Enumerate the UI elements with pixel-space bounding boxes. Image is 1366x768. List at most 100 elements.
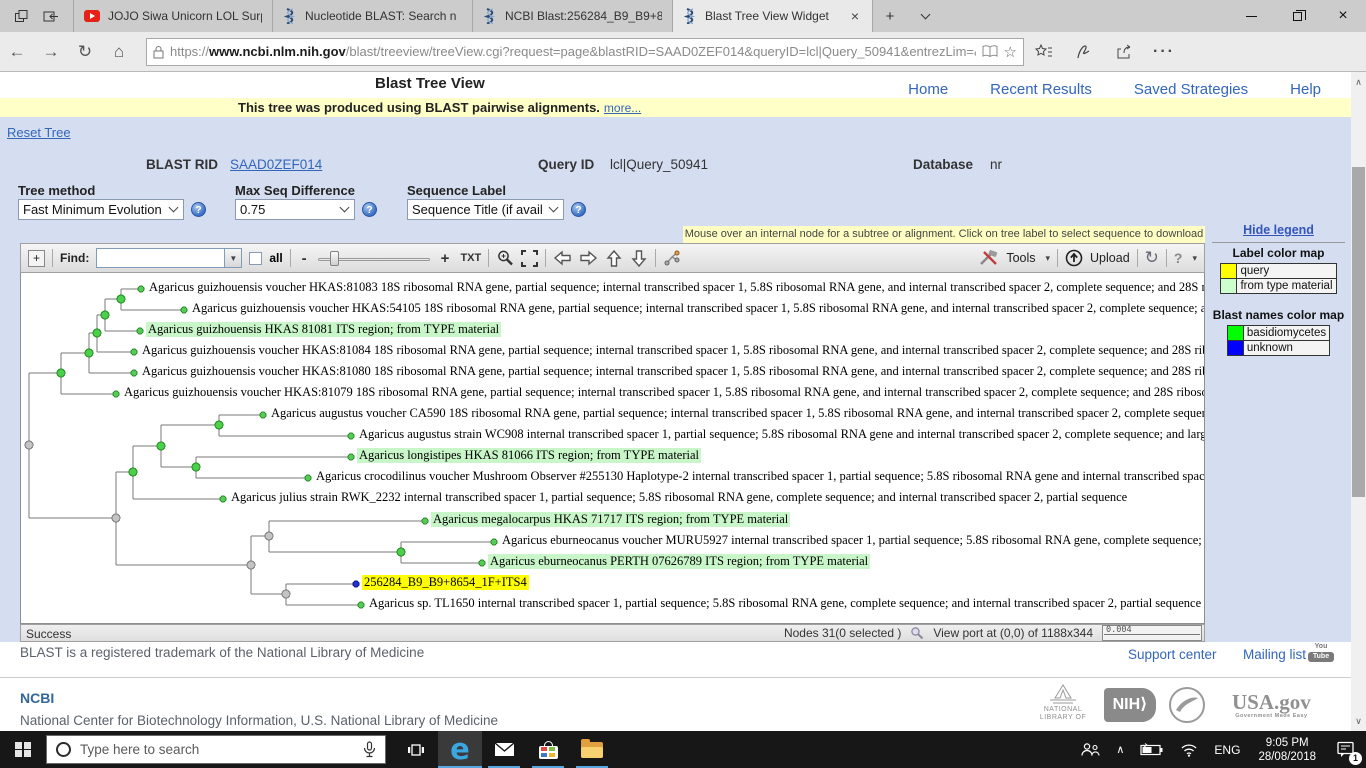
pan-up-icon[interactable] [605,249,623,268]
nav-home-link[interactable]: Home [908,81,948,98]
tree-internal-node[interactable] [396,547,406,557]
show-hidden-icons-chevron[interactable]: ∧ [1108,731,1132,768]
tree-leaf-node[interactable] [137,285,145,293]
youtube-footer-icon[interactable]: You Tube [1308,642,1334,662]
language-indicator[interactable]: ENG [1206,731,1248,768]
tree-internal-node[interactable] [100,310,110,320]
support-center-link[interactable]: Support center [1128,647,1217,662]
tree-leaf-node[interactable] [130,369,138,377]
tree-leaf-node[interactable] [347,453,355,461]
people-icon[interactable] [1073,731,1108,768]
zoom-out-button[interactable]: - [298,250,311,267]
zoom-in-button[interactable]: + [437,250,454,267]
blast-rid-link[interactable]: SAAD0ZEF014 [230,157,322,172]
mailing-list-link[interactable]: Mailing list [1243,647,1306,662]
find-all-checkbox[interactable] [249,251,263,265]
tree-leaf-node[interactable] [347,432,355,440]
tree-leaf-node[interactable] [180,306,188,314]
nav-help-link[interactable]: Help [1290,81,1321,98]
battery-icon[interactable] [1132,731,1172,768]
tree-leaf-label[interactable]: 256284_B9_B9+8654_1F+ITS4 [362,575,529,590]
zoom-slider[interactable] [317,250,430,267]
tree-leaf-label[interactable]: Agaricus guizhouensis voucher HKAS:54105… [190,301,1204,316]
zoom-to-selection-icon[interactable] [496,249,514,267]
tree-internal-node[interactable] [281,589,291,599]
forward-icon[interactable]: → [34,42,68,62]
tree-leaf-label[interactable]: Agaricus crocodilinus voucher Mushroom O… [314,469,1204,484]
tree-leaf-node[interactable] [112,390,120,398]
tab-preview-toggle[interactable] [907,0,941,32]
clock[interactable]: 9:05 PM 28/08/2018 [1248,731,1326,768]
home-icon[interactable]: ⌂ [102,42,136,62]
browser-tab-active[interactable]: Blast Tree View Widget × [673,0,873,32]
tree-leaf-node[interactable] [136,327,144,335]
browser-tab-3[interactable]: NCBI Blast:256284_B9_B9+8 [473,0,673,32]
tree-leaf-label[interactable]: Agaricus megalocarpus HKAS 71717 ITS reg… [431,512,791,527]
upload-label[interactable]: Upload [1090,251,1130,265]
tree-leaf-node[interactable] [478,559,486,567]
tree-leaf-label[interactable]: Agaricus guizhouensis voucher HKAS:81079… [122,385,1204,400]
set-tabs-aside-icon[interactable] [43,9,59,24]
tree-leaf-label[interactable]: Agaricus guizhouensis voucher HKAS:81083… [147,280,1204,295]
tree-method-select[interactable]: Fast Minimum Evolution [18,199,184,220]
reading-view-icon[interactable] [982,45,998,58]
tree-leaf-label[interactable]: Agaricus longistipes HKAS 81066 ITS regi… [357,448,702,463]
tree-leaf-node[interactable] [219,495,227,503]
window-restore-button[interactable] [1274,0,1320,32]
settings-more-icon[interactable]: ··· [1144,43,1184,61]
tree-leaf-node[interactable] [304,474,312,482]
hide-legend-link[interactable]: Hide legend [1212,223,1345,237]
start-button[interactable] [0,731,46,768]
taskbar-search-box[interactable]: Type here to search [46,735,386,764]
tree-leaf-node[interactable] [259,411,267,419]
tree-leaf-node[interactable] [352,580,360,588]
store-taskbar-icon[interactable] [526,731,570,768]
max-seq-help-icon[interactable]: ? [362,202,377,217]
tree-internal-node[interactable] [191,462,201,472]
back-icon[interactable]: ← [0,42,34,62]
tree-leaf-node[interactable] [490,538,498,546]
web-note-pen-icon[interactable] [1064,44,1104,60]
nlm-logo[interactable]: NATIONAL LIBRARY OF [1032,684,1094,722]
usagov-logo[interactable]: USA.gov Government Made Easy [1232,690,1311,719]
nav-recent-results-link[interactable]: Recent Results [990,81,1092,98]
tree-leaf-label[interactable]: Agaricus julius strain RWK_2232 internal… [229,490,1129,505]
subtree-tool-icon[interactable] [663,250,681,267]
tools-caret-icon[interactable]: ▾ [1046,253,1051,264]
browser-tab-1[interactable]: JOJO Siwa Unicorn LOL Surp [73,0,273,32]
scroll-up-icon[interactable]: ∧ [1351,74,1366,90]
window-minimize-button[interactable] [1228,0,1274,32]
tree-internal-node[interactable] [156,441,166,451]
edge-taskbar-icon[interactable]: e [438,731,482,768]
pan-right-icon[interactable] [579,249,598,267]
tabs-set-aside-icon[interactable] [14,9,29,24]
tree-leaf-node[interactable] [357,601,365,609]
tools-icon[interactable] [979,249,999,267]
tree-internal-node[interactable] [24,440,34,450]
tree-internal-node[interactable] [56,368,66,378]
tree-leaf-node[interactable] [130,348,138,356]
tools-label[interactable]: Tools [1006,251,1035,265]
help-caret-icon[interactable]: ▾ [1192,253,1197,264]
hub-icon[interactable] [1024,43,1064,60]
tree-internal-node[interactable] [116,294,126,304]
tree-canvas[interactable]: Agaricus guizhouensis voucher HKAS:81083… [20,273,1205,624]
browser-tab-2[interactable]: Nucleotide BLAST: Search n [273,0,473,32]
hhs-logo[interactable] [1168,686,1206,724]
tree-internal-node[interactable] [128,467,138,477]
fit-to-window-icon[interactable] [521,249,539,267]
help-icon[interactable]: ? [1174,250,1183,266]
sequence-label-select[interactable]: Sequence Title (if avail [407,199,564,220]
upload-icon[interactable] [1065,249,1083,267]
favorite-star-icon[interactable]: ☆ [1004,43,1017,61]
tree-leaf-label[interactable]: Agaricus guizhouensis HKAS 81081 ITS reg… [146,322,502,337]
tree-leaf-label[interactable]: Agaricus eburneocanus PERTH 07626789 ITS… [488,554,871,569]
mail-taskbar-icon[interactable] [482,731,526,768]
txt-view-button[interactable]: TXT [460,252,481,264]
tree-leaf-label[interactable]: Agaricus eburneocanus voucher MURU5927 i… [500,533,1204,548]
action-center-icon[interactable]: 1 [1326,731,1366,768]
scrollbar-thumb[interactable] [1352,167,1365,497]
pan-down-icon[interactable] [630,249,648,268]
tree-leaf-label[interactable]: Agaricus guizhouensis voucher HKAS:81084… [140,343,1204,358]
tab-close-icon[interactable]: × [848,8,862,24]
